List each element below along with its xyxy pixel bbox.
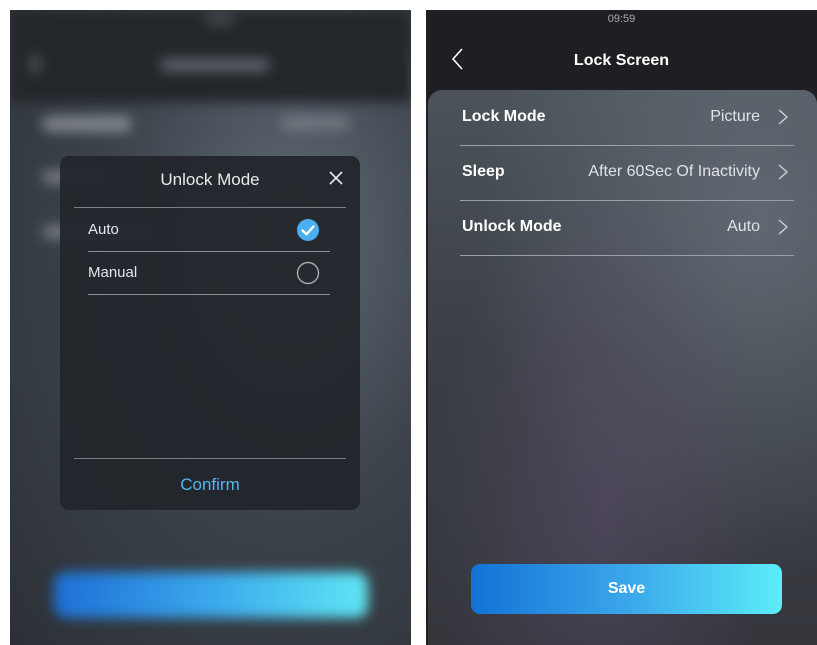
right-screen: 09:59 Lock Screen Lock Mode Picture Slee…	[426, 10, 817, 645]
check-circle-icon	[297, 219, 319, 241]
setting-unlock-mode[interactable]: Unlock Mode Auto	[460, 200, 794, 256]
close-icon	[329, 171, 343, 185]
chevron-right-icon	[778, 109, 789, 125]
setting-value: Picture	[710, 108, 760, 125]
setting-value: After 60Sec Of Inactivity	[588, 163, 760, 180]
unlock-mode-dialog: Unlock Mode Auto Manual Confirm	[60, 156, 360, 510]
setting-label: Sleep	[462, 163, 505, 180]
option-label: Manual	[88, 264, 138, 281]
radio-empty-icon	[296, 261, 320, 285]
setting-value: Auto	[727, 218, 760, 235]
chevron-right-icon	[778, 219, 789, 235]
close-button[interactable]	[324, 166, 348, 190]
confirm-button[interactable]: Confirm	[60, 460, 360, 510]
divider	[74, 458, 346, 459]
setting-sleep[interactable]: Sleep After 60Sec Of Inactivity	[460, 145, 794, 201]
settings-panel: Lock Mode Picture Sleep After 60Sec Of I…	[428, 90, 817, 645]
setting-label: Unlock Mode	[462, 218, 562, 235]
left-screen: Unlock Mode Auto Manual Confirm	[10, 10, 411, 645]
status-time: 09:59	[607, 13, 636, 25]
page-title: Lock Screen	[573, 52, 670, 69]
header: 09:59 Lock Screen	[426, 10, 817, 102]
option-label: Auto	[88, 221, 119, 238]
chevron-right-icon	[778, 164, 789, 180]
dialog-title: Unlock Mode	[160, 170, 260, 189]
save-button[interactable]: Save	[471, 564, 782, 614]
setting-label: Lock Mode	[462, 108, 546, 125]
setting-lock-mode[interactable]: Lock Mode Picture	[460, 90, 794, 146]
divider	[74, 207, 346, 208]
option-auto[interactable]: Auto	[88, 209, 330, 252]
option-manual[interactable]: Manual	[88, 252, 330, 295]
